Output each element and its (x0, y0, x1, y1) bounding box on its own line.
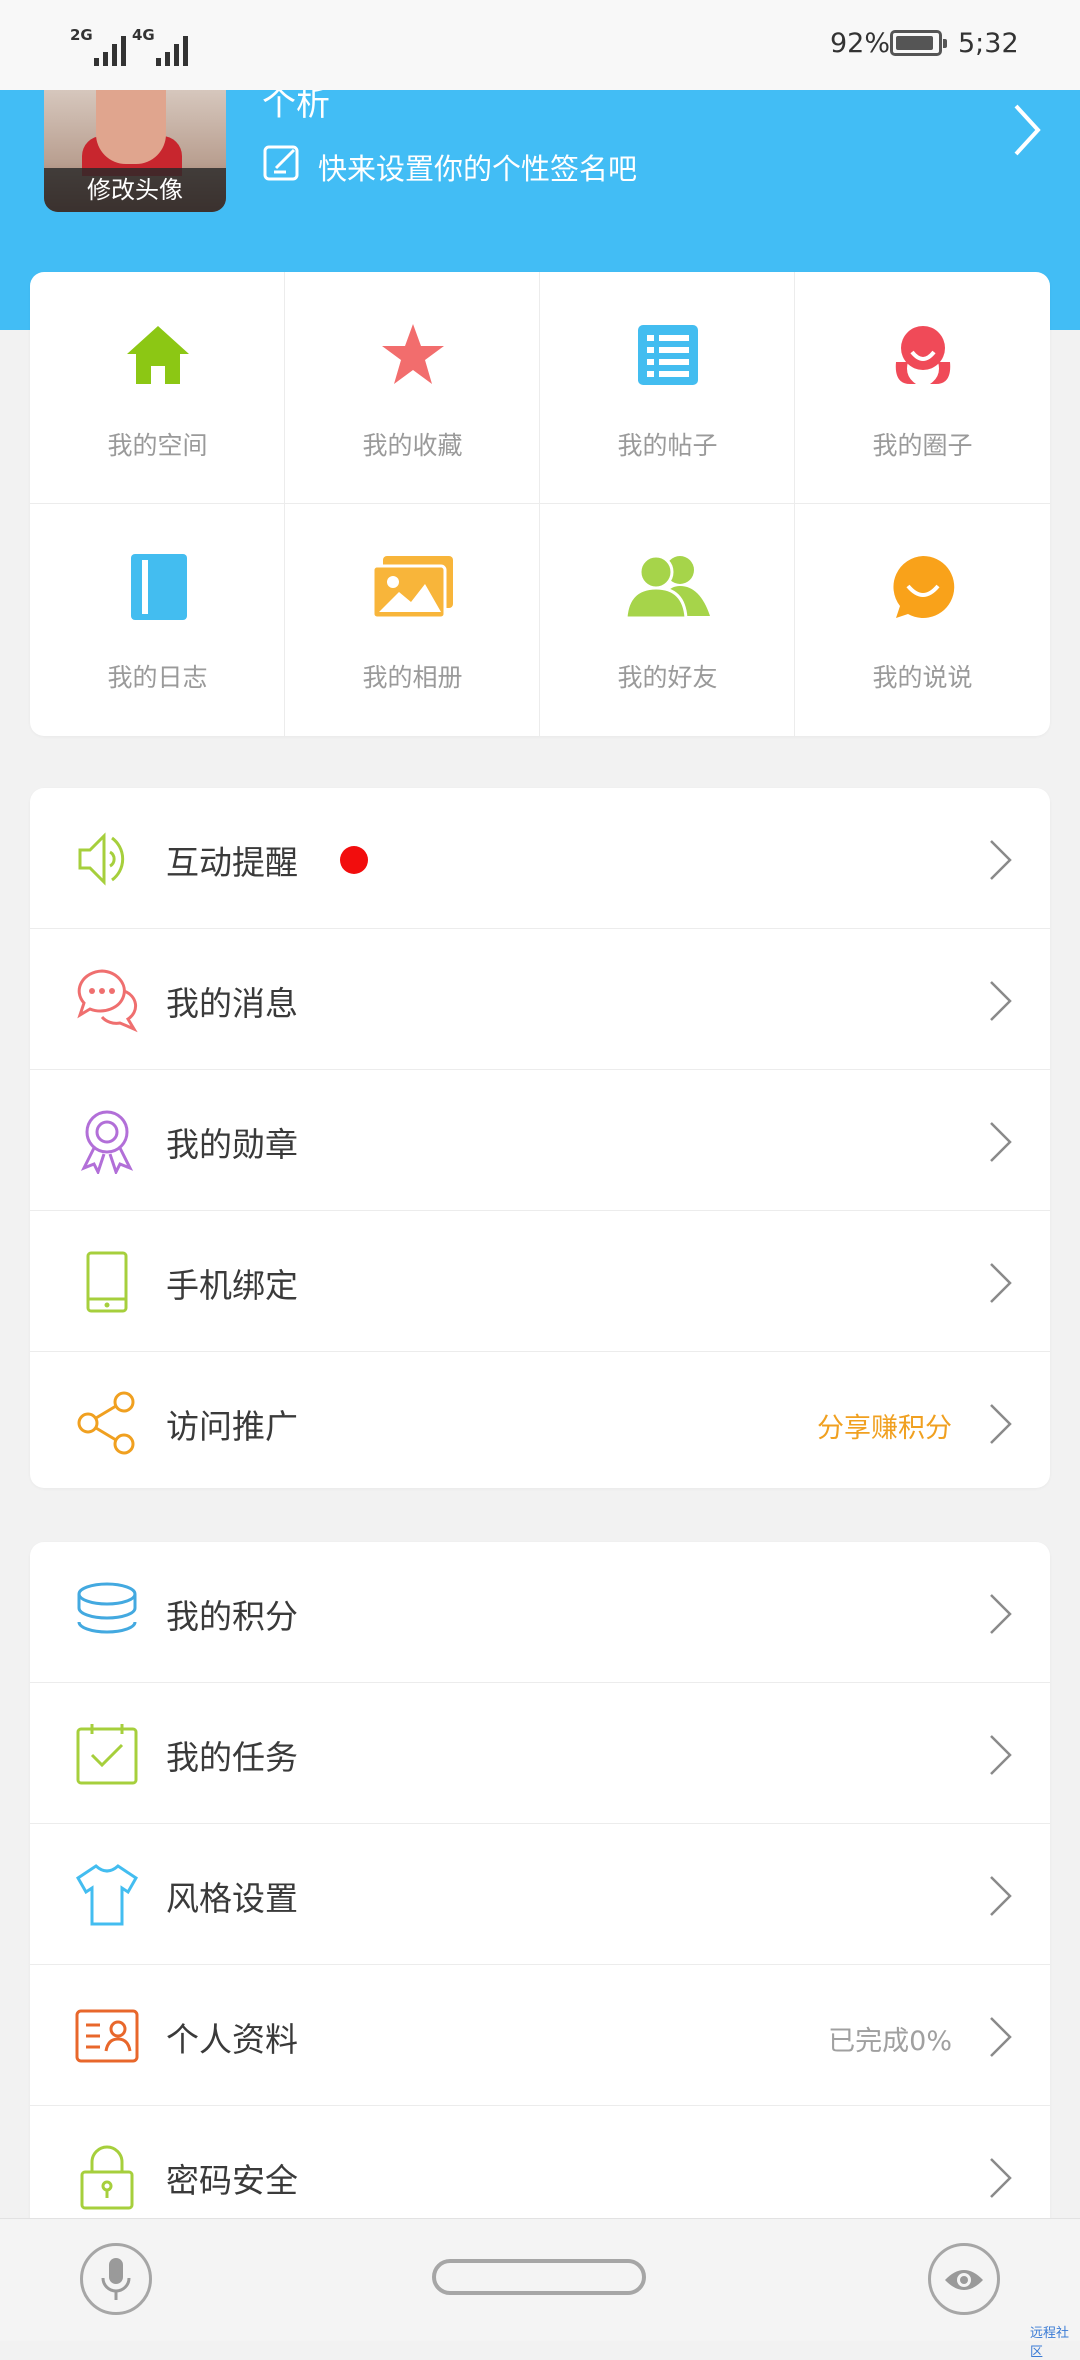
grid-item-label: 我的圈子 (872, 431, 973, 460)
grid-item-my-favorites[interactable]: 我的收藏 (285, 272, 540, 504)
list-item-personal-info[interactable]: 个人资料 已完成0% (30, 1965, 1050, 2106)
chevron-right-icon[interactable] (988, 979, 1014, 1023)
microphone-icon (101, 2258, 131, 2300)
edit-avatar-label[interactable]: 修改头像 (44, 168, 226, 212)
chevron-right-icon[interactable] (988, 838, 1014, 882)
list-item-label: 互动提醒 (166, 843, 298, 882)
list-item-label: 我的勋章 (166, 1125, 298, 1164)
grid-item-my-moods[interactable]: 我的说说 (795, 504, 1050, 736)
star-icon (382, 324, 444, 384)
message-icon (77, 969, 138, 1033)
chevron-right-icon[interactable] (988, 1733, 1014, 1777)
chevron-right-icon[interactable] (988, 2156, 1014, 2200)
grid-item-label: 我的相册 (362, 663, 463, 692)
share-icon (77, 1391, 135, 1455)
voice-button[interactable] (80, 2243, 152, 2315)
signature-prompt[interactable]: 快来设置你的个性签名吧 (318, 146, 637, 188)
list-item-my-messages[interactable]: 我的消息 (30, 929, 1050, 1070)
notebook-icon (131, 554, 187, 620)
grid-item-my-posts[interactable]: 我的帖子 (540, 272, 795, 504)
clock: 5;32 (958, 28, 1019, 59)
home-indicator[interactable] (432, 2259, 646, 2295)
circle-group-icon (895, 326, 951, 384)
chevron-right-icon[interactable] (988, 1261, 1014, 1305)
list-item-label: 我的任务 (166, 1738, 298, 1777)
task-icon (76, 1724, 138, 1785)
list-item-label: 手机绑定 (166, 1266, 298, 1305)
chat-bubble-icon (893, 555, 955, 618)
menu-list-2: 我的积分 我的任务 风格设置 个人资料 已完成0% 密码安全 (30, 1542, 1050, 2262)
chevron-right-icon[interactable] (988, 2015, 1014, 2059)
chevron-right-icon[interactable] (988, 1120, 1014, 1164)
edit-icon (263, 145, 299, 181)
tshirt-icon (76, 1864, 138, 1926)
grid-item-my-journal[interactable]: 我的日志 (30, 504, 285, 736)
coins-icon (77, 1582, 137, 1634)
status-bar: 2G 4G 92% 5;32 (0, 0, 1080, 90)
grid-item-label: 我的日志 (107, 663, 208, 692)
grid-item-label: 我的说说 (872, 663, 973, 692)
chevron-right-icon[interactable] (988, 1874, 1014, 1918)
signal-bars-icon (84, 30, 130, 66)
list-item-my-tasks[interactable]: 我的任务 (30, 1683, 1050, 1824)
grid-item-my-album[interactable]: 我的相册 (285, 504, 540, 736)
profile-completion: 已完成0% (828, 2026, 952, 2057)
list-item-label: 我的消息 (166, 984, 298, 1023)
list-item-label: 个人资料 (166, 2020, 298, 2059)
chevron-right-icon[interactable] (1010, 100, 1044, 160)
profile-card-icon (75, 2009, 139, 2063)
grid-item-label: 我的收藏 (362, 431, 463, 460)
list-icon (638, 325, 698, 385)
menu-list-1: 互动提醒 我的消息 我的勋章 手机绑定 访问推广 分享赚积分 (30, 788, 1050, 1488)
grid-item-my-circles[interactable]: 我的圈子 (795, 272, 1050, 504)
chevron-right-icon[interactable] (988, 1402, 1014, 1446)
list-item-label: 我的积分 (166, 1597, 298, 1636)
speaker-icon (78, 832, 125, 886)
eye-button[interactable] (928, 2243, 1000, 2315)
medal-icon (80, 1110, 134, 1174)
notification-dot (340, 846, 368, 874)
eye-icon (945, 2270, 983, 2290)
grid-item-label: 我的空间 (107, 431, 208, 460)
list-item-my-points[interactable]: 我的积分 (30, 1542, 1050, 1683)
grid-item-my-friends[interactable]: 我的好友 (540, 504, 795, 736)
phone-icon (86, 1251, 128, 1313)
list-item-label: 访问推广 (166, 1407, 298, 1446)
lock-icon (80, 2145, 134, 2210)
shortcut-grid: 我的空间 我的收藏 我的帖子 我的圈子 我的日志 我的相册 我的好友 我的说说 (30, 272, 1050, 736)
grid-item-my-space[interactable]: 我的空间 (30, 272, 285, 504)
list-item-label: 风格设置 (166, 1879, 298, 1918)
signal-bars-icon (146, 30, 192, 66)
list-item-visit-promotion[interactable]: 访问推广 分享赚积分 (30, 1352, 1050, 1488)
avatar[interactable]: 修改头像 (44, 90, 226, 212)
home-icon (127, 326, 189, 384)
watermark: 远程社区 (1030, 2326, 1070, 2360)
list-item-label: 密码安全 (166, 2161, 298, 2200)
bottom-navigation-bar (0, 2218, 1080, 2341)
grid-item-label: 我的帖子 (617, 431, 718, 460)
list-item-style-settings[interactable]: 风格设置 (30, 1824, 1050, 1965)
chevron-right-icon[interactable] (988, 1592, 1014, 1636)
list-item-my-medals[interactable]: 我的勋章 (30, 1070, 1050, 1211)
friends-icon (624, 554, 710, 620)
grid-item-label: 我的好友 (617, 663, 718, 692)
photo-album-icon (371, 556, 453, 620)
battery-icon (890, 30, 947, 56)
share-points-hint: 分享赚积分 (817, 1413, 952, 1444)
list-item-interaction-reminder[interactable]: 互动提醒 (30, 788, 1050, 929)
list-item-phone-binding[interactable]: 手机绑定 (30, 1211, 1050, 1352)
battery-percent: 92% (830, 28, 891, 59)
